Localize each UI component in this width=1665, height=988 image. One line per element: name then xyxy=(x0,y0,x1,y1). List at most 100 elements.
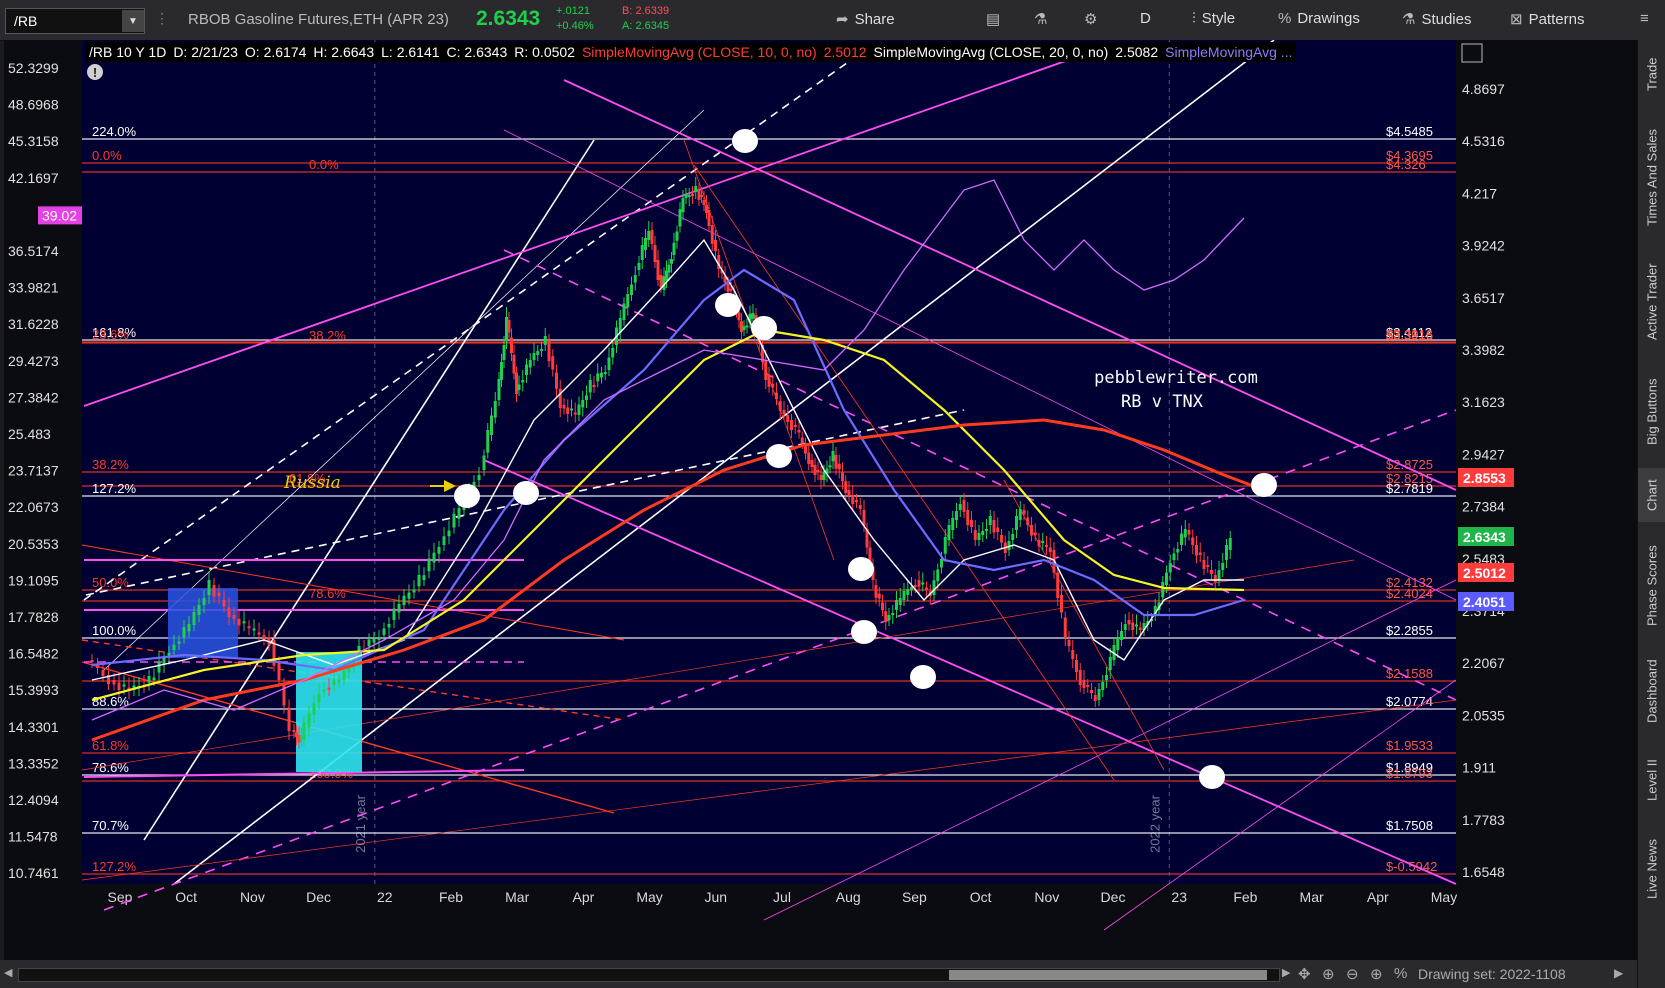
zoom-in-icon[interactable]: ⊕ xyxy=(1370,965,1383,983)
candle-body xyxy=(1221,563,1225,570)
candle-body xyxy=(117,682,121,690)
candle-body xyxy=(372,638,376,643)
bar-low: L: 2.6141 xyxy=(381,44,440,60)
candle-body xyxy=(1011,534,1015,540)
candle-body xyxy=(1172,553,1176,560)
candle-body xyxy=(422,575,426,580)
chevron-right-icon[interactable]: ▶ xyxy=(1614,966,1623,980)
drawings-button[interactable]: % Drawings xyxy=(1278,10,1360,27)
candle-body xyxy=(152,677,156,680)
candle-body xyxy=(302,722,306,740)
chart-area[interactable]: Sep Oct Nov Dec 22 Feb Mar Apr May Jun Jul Aug Sep Oc… xyxy=(4,40,1637,960)
tab-level-ii[interactable]: Level II xyxy=(1638,744,1665,816)
candle-body xyxy=(767,375,771,387)
flask-button[interactable]: ⚗ xyxy=(1034,10,1047,28)
candle-body xyxy=(1168,563,1172,573)
percent-scale-icon[interactable]: % xyxy=(1394,965,1407,982)
candle-body xyxy=(1037,540,1041,547)
candle-body xyxy=(906,589,910,595)
candle-body xyxy=(222,600,226,607)
tab-trade[interactable]: Trade xyxy=(1638,48,1665,100)
candle-body xyxy=(407,592,411,599)
studies-button[interactable]: ⚗ Studies xyxy=(1402,10,1472,29)
tab-active-trader[interactable]: Active Trader xyxy=(1638,250,1665,354)
tab-big-buttons[interactable]: Big Buttons xyxy=(1638,366,1665,458)
style-button[interactable]: ⫶ Style xyxy=(1192,10,1235,27)
scroll-thumb[interactable] xyxy=(949,970,1267,980)
net-change: +.0121 +0.46% xyxy=(556,4,594,34)
right-axis-tick: 3.6517 xyxy=(1462,290,1505,306)
tab-live-news[interactable]: Live News xyxy=(1638,826,1665,912)
candle-body xyxy=(1213,575,1217,582)
menu-button[interactable]: ≡ xyxy=(1640,10,1649,27)
candle-body xyxy=(778,401,782,411)
candle-body xyxy=(855,500,858,502)
candle-body xyxy=(834,455,838,469)
candle-body xyxy=(644,238,647,250)
candle-body xyxy=(672,242,676,255)
left-axis-tick: 52.3299 xyxy=(8,60,59,76)
sma20-label[interactable]: SimpleMovingAvg (CLOSE, 20, 0, no) xyxy=(874,44,1109,60)
bar-close: C: 2.6343 xyxy=(446,44,508,60)
candle-body xyxy=(1060,595,1063,613)
candle-body xyxy=(694,186,698,192)
patterns-label: Patterns xyxy=(1528,10,1585,28)
candle-body xyxy=(910,587,913,590)
candle-body xyxy=(622,303,626,320)
x-tick-label: Sep xyxy=(902,889,927,905)
period-button[interactable]: D xyxy=(1140,10,1151,27)
candle-body xyxy=(881,602,884,611)
candle-body xyxy=(592,385,596,387)
scroll-right-icon[interactable]: ▶ xyxy=(1282,966,1290,979)
sma10-label[interactable]: SimpleMovingAvg (CLOSE, 10, 0, no) xyxy=(582,44,817,60)
pan-icon[interactable]: ✥ xyxy=(1298,965,1311,983)
candle-body xyxy=(327,687,331,690)
candle-body xyxy=(977,533,981,540)
candle-body xyxy=(1030,525,1033,536)
symbol-input[interactable]: /RB xyxy=(6,13,122,29)
patterns-button[interactable]: ⊠ Patterns xyxy=(1510,10,1585,29)
price-badge-value: 2.5012 xyxy=(1463,565,1506,581)
candle-body xyxy=(507,320,511,333)
link-icon[interactable]: ⋮ xyxy=(155,10,169,27)
fib-level-label: 0.0% xyxy=(92,148,122,163)
candle-body xyxy=(427,558,431,572)
settings-button[interactable]: ⚙ xyxy=(1084,10,1097,28)
x-tick-label: Aug xyxy=(836,889,861,905)
time-scrollbar[interactable] xyxy=(18,968,1280,982)
layout-button[interactable]: ▤ xyxy=(986,10,1000,28)
tab-times-and-sales[interactable]: Times And Sales xyxy=(1638,114,1665,240)
candle-body xyxy=(247,626,251,629)
tab-phase-scores[interactable]: Phase Scores xyxy=(1638,534,1665,638)
candle-body xyxy=(925,587,928,590)
scroll-left-icon[interactable]: ◀ xyxy=(4,966,12,979)
chevron-down-icon[interactable]: ▼ xyxy=(122,10,144,32)
net-change-value: +.0121 xyxy=(556,5,590,17)
candle-body xyxy=(737,312,741,321)
left-axis-tick: 19.1095 xyxy=(8,572,59,588)
zoom-fit-icon[interactable]: ⊕ xyxy=(1322,965,1335,983)
sma-more-label[interactable]: SimpleMovingAvg ... xyxy=(1165,44,1292,60)
left-axis-tick: 22.0673 xyxy=(8,499,59,515)
candle-body xyxy=(1045,545,1048,547)
tab-dashboard[interactable]: Dashboard xyxy=(1638,646,1665,736)
candle-body xyxy=(1225,545,1228,560)
top-toolbar: /RB ▼ ⋮ RBOB Gasoline Futures,ETH (APR 2… xyxy=(0,0,1665,41)
candle-body xyxy=(317,694,321,703)
drawing-set-label[interactable]: Drawing set: 2022-1108 xyxy=(1418,966,1566,982)
share-button[interactable]: ➦ Share xyxy=(836,10,895,29)
price-chart[interactable]: Sep Oct Nov Dec 22 Feb Mar Apr May Jun Jul Aug Sep Oc… xyxy=(4,40,1637,960)
candles-icon: ⫶ xyxy=(1192,10,1196,27)
symbol-selector[interactable]: /RB ▼ xyxy=(5,8,145,34)
candle-body xyxy=(782,410,786,414)
fib-level-value: $2.8725 xyxy=(1386,457,1433,472)
flask-icon: ⚗ xyxy=(1034,11,1048,28)
candle-body xyxy=(562,405,566,409)
candle-body xyxy=(659,275,663,287)
zoom-out-icon[interactable]: ⊖ xyxy=(1346,965,1359,983)
tab-chart[interactable]: Chart xyxy=(1638,468,1665,522)
left-axis-tick: 12.4094 xyxy=(8,792,59,808)
candle-body xyxy=(1056,572,1060,598)
sma10-value: 2.5012 xyxy=(823,44,867,60)
candle-body xyxy=(714,240,717,251)
